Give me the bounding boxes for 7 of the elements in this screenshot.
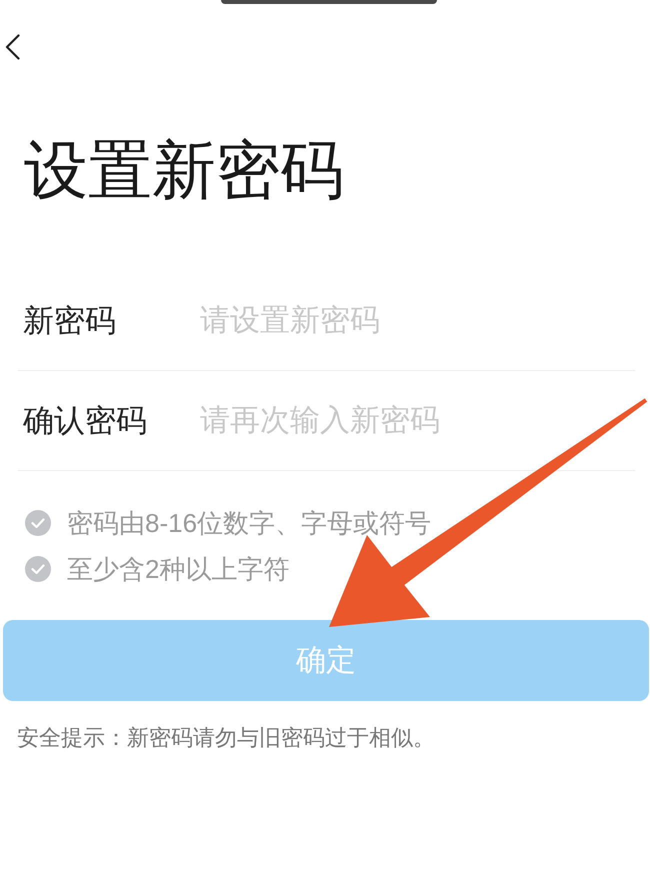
security-tip: 安全提示：新密码请勿与旧密码过于相似。 <box>17 725 435 751</box>
field-label: 新密码 <box>23 302 117 340</box>
rule-text: 至少含2种以上字符 <box>67 554 290 584</box>
back-icon[interactable] <box>5 34 20 60</box>
page-title: 设置新密码 <box>24 138 344 202</box>
rule-text: 密码由8-16位数字、字母或符号 <box>67 508 432 538</box>
field-label: 确认密码 <box>23 402 148 440</box>
